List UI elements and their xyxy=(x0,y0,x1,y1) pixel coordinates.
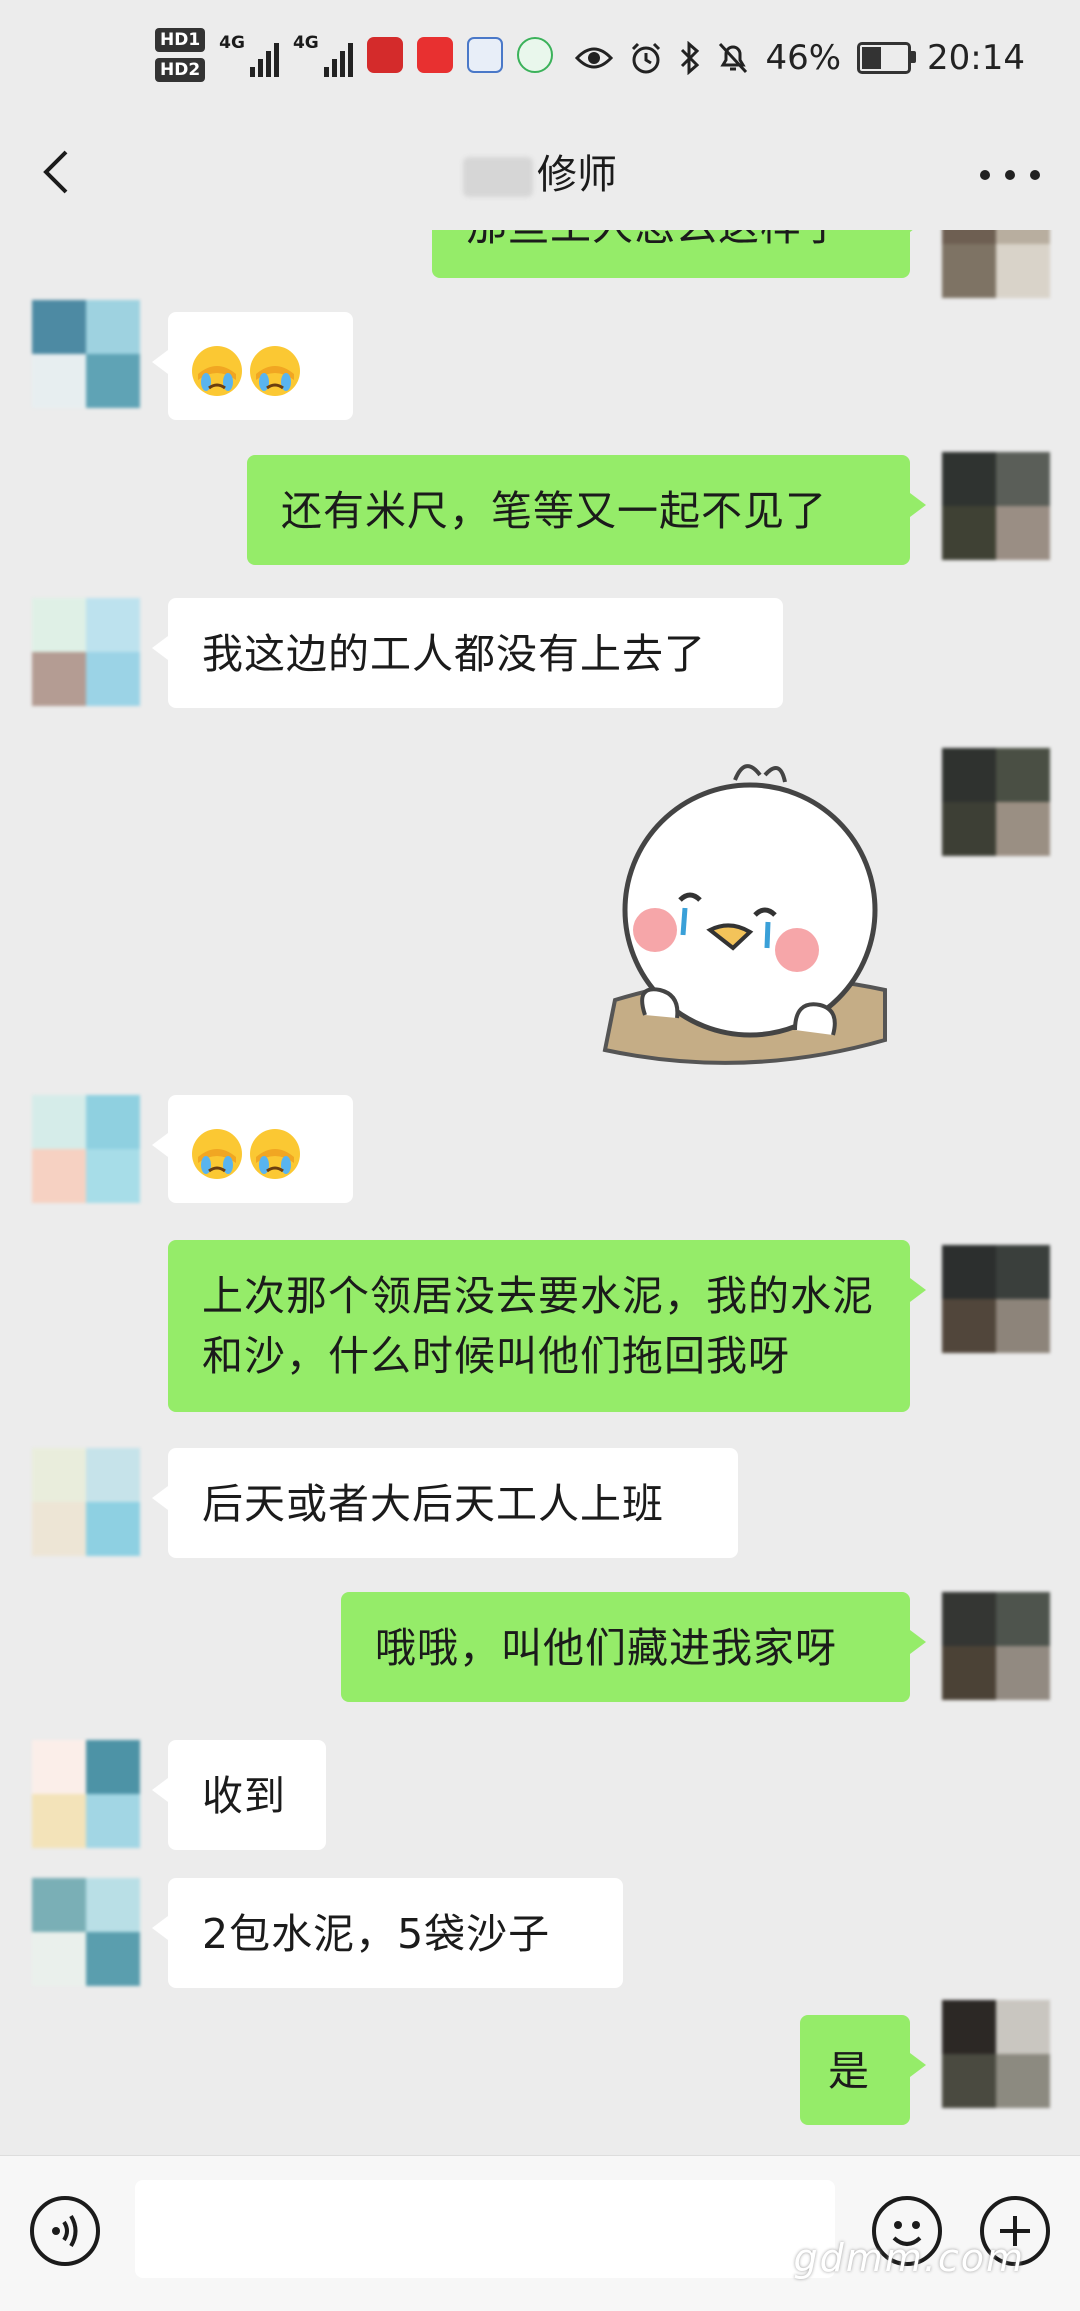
app-notification-icon xyxy=(416,37,453,73)
signal-1-icon: 4G xyxy=(219,33,279,77)
message-bubble-sent[interactable]: 那些工人怎么这样子 xyxy=(432,230,926,278)
message-bubble-received[interactable] xyxy=(152,1095,353,1203)
avatar-contact[interactable] xyxy=(32,1878,140,1986)
app-notification-icon xyxy=(516,37,553,73)
battery-percent: 46% xyxy=(765,38,842,78)
message-bubble-received[interactable]: 我这边的工人都没有上去了 xyxy=(152,598,783,708)
chat-title: 修师 xyxy=(0,142,1080,200)
hd2-label: HD2 xyxy=(155,58,206,82)
message-bubble-received[interactable] xyxy=(152,312,353,420)
avatar-me[interactable] xyxy=(942,2000,1050,2108)
app-notification-icon xyxy=(466,37,503,73)
mute-icon xyxy=(719,42,748,74)
message-bubble-sent[interactable]: 还有米尺，笔等又一起不见了 xyxy=(247,455,926,565)
watermark: gdmm.com xyxy=(793,2236,1025,2280)
avatar-contact[interactable] xyxy=(32,598,140,706)
app-notification-icon xyxy=(366,37,403,73)
avatar-me[interactable] xyxy=(942,230,1050,298)
status-bar: HD1 HD2 4G 4G 46% 20:14 xyxy=(0,0,1080,120)
alarm-icon xyxy=(632,42,661,74)
message-input[interactable] xyxy=(135,2180,835,2278)
signal-2-icon: 4G xyxy=(293,33,353,77)
message-bubble-sent[interactable]: 哦哦，叫他们藏进我家呀 xyxy=(341,1592,926,1702)
avatar-contact[interactable] xyxy=(32,1448,140,1556)
avatar-contact[interactable] xyxy=(32,1740,140,1848)
clock: 20:14 xyxy=(927,38,1025,78)
status-right: 46% 20:14 xyxy=(575,38,1025,78)
input-bar: gdmm.com xyxy=(0,2155,1080,2311)
battery-icon xyxy=(857,42,917,74)
avatar-me[interactable] xyxy=(942,1592,1050,1700)
avatar-contact[interactable] xyxy=(32,1095,140,1203)
message-bubble-received[interactable]: 收到 xyxy=(152,1740,326,1850)
hd1-label: HD1 xyxy=(155,28,206,52)
hd-indicator: HD1 HD2 xyxy=(155,28,206,82)
facepalm-cry-emoji xyxy=(192,1129,242,1179)
facepalm-cry-emoji xyxy=(192,346,242,396)
eye-icon xyxy=(575,47,614,69)
avatar-me[interactable] xyxy=(942,452,1050,560)
chat-header: 修师 xyxy=(0,120,1080,230)
bluetooth-icon xyxy=(681,41,700,75)
voice-icon[interactable] xyxy=(30,2196,100,2266)
avatar-me[interactable] xyxy=(942,1245,1050,1353)
avatar-contact[interactable] xyxy=(32,300,140,408)
redacted-name xyxy=(463,157,533,197)
message-list[interactable]: 那些工人怎么这样子 还有米尺，笔等又一起不见了 我这边的工人都没有上去了 上次那… xyxy=(0,230,1080,2155)
message-bubble-sent[interactable]: 上次那个领居没去要水泥，我的水泥和沙，什么时候叫他们拖回我呀 xyxy=(168,1240,926,1412)
message-bubble-sent[interactable]: 是 xyxy=(800,2015,926,2125)
crying-chick-sticker[interactable] xyxy=(585,750,895,1070)
facepalm-cry-emoji xyxy=(250,346,300,396)
status-left: HD1 HD2 4G 4G xyxy=(155,28,553,82)
more-dots-icon[interactable] xyxy=(980,160,1040,190)
message-bubble-received[interactable]: 2包水泥，5袋沙子 xyxy=(152,1878,623,1988)
avatar-me[interactable] xyxy=(942,748,1050,856)
facepalm-cry-emoji xyxy=(250,1129,300,1179)
message-bubble-received[interactable]: 后天或者大后天工人上班 xyxy=(152,1448,738,1558)
